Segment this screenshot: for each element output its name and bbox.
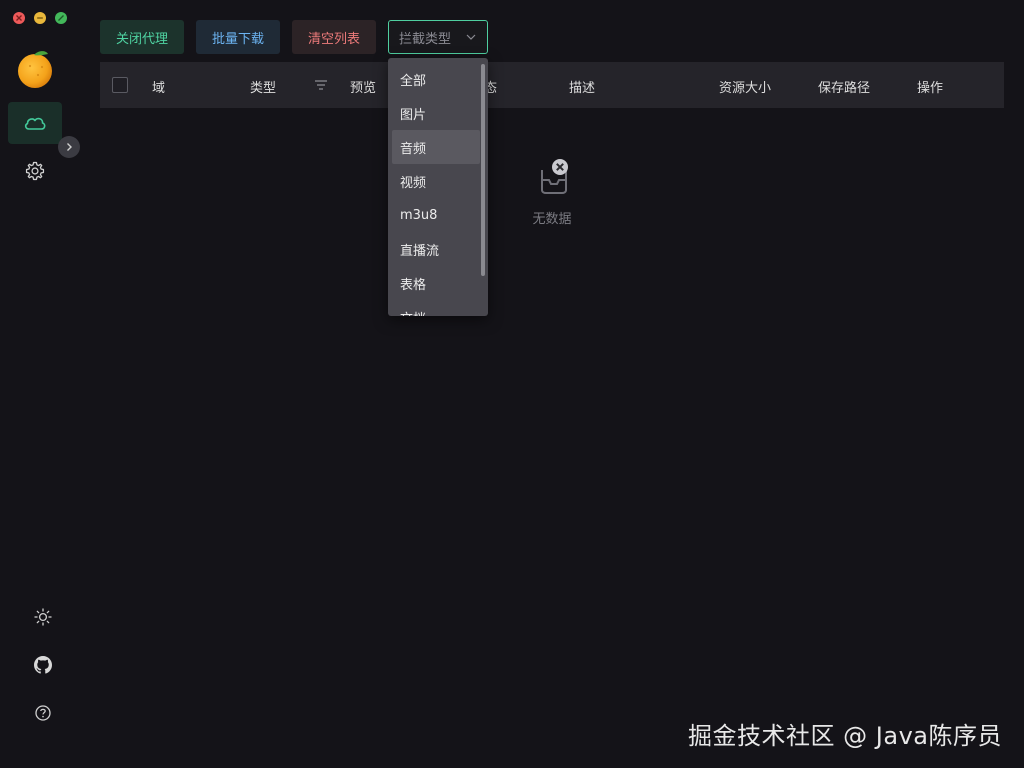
intercept-type-dropdown: 全部 图片 音频 视频 m3u8 直播流 表格 文档 bbox=[388, 58, 488, 316]
column-save-path[interactable]: 保存路径 bbox=[818, 77, 870, 96]
intercept-type-select[interactable]: 拦截类型 bbox=[388, 20, 488, 54]
app-window: 关闭代理 批量下载 清空列表 拦截类型 域 类型 预览 态 描述 资源大小 保存… bbox=[0, 0, 1024, 768]
maximize-window-button[interactable] bbox=[55, 12, 67, 24]
sidebar-item-proxy[interactable] bbox=[8, 102, 62, 144]
option-document[interactable]: 文档 bbox=[392, 300, 480, 317]
empty-inbox-icon bbox=[541, 159, 568, 194]
sun-icon bbox=[34, 608, 52, 626]
column-preview[interactable]: 预览 bbox=[350, 77, 376, 96]
github-link[interactable] bbox=[30, 652, 56, 678]
window-controls bbox=[13, 12, 67, 24]
column-size[interactable]: 资源大小 bbox=[719, 77, 771, 96]
watermark: 掘金技术社区 @ Java陈序员 bbox=[688, 722, 1002, 750]
empty-text: 无数据 bbox=[532, 212, 572, 227]
github-icon bbox=[34, 656, 52, 674]
column-action[interactable]: 操作 bbox=[917, 77, 943, 96]
filter-icon[interactable] bbox=[314, 79, 328, 91]
clear-list-button[interactable]: 清空列表 bbox=[292, 20, 376, 54]
close-window-button[interactable] bbox=[13, 12, 25, 24]
orange-logo bbox=[18, 51, 52, 88]
option-video[interactable]: 视频 bbox=[392, 164, 480, 198]
column-domain[interactable]: 域 bbox=[152, 77, 165, 96]
chevron-right-icon bbox=[67, 143, 72, 151]
batch-download-button[interactable]: 批量下载 bbox=[196, 20, 280, 54]
option-audio[interactable]: 音频 bbox=[392, 130, 480, 164]
option-m3u8[interactable]: m3u8 bbox=[392, 198, 480, 232]
minimize-window-button[interactable] bbox=[34, 12, 46, 24]
cloud-icon bbox=[24, 117, 46, 130]
option-live-stream[interactable]: 直播流 bbox=[392, 232, 480, 266]
intercept-type-placeholder: 拦截类型 bbox=[399, 31, 452, 47]
chevron-down-icon bbox=[466, 34, 476, 40]
select-all-checkbox[interactable] bbox=[112, 77, 128, 93]
sidebar-item-settings[interactable] bbox=[8, 150, 62, 192]
option-spreadsheet[interactable]: 表格 bbox=[392, 266, 480, 300]
fullscreen-icon bbox=[58, 15, 64, 21]
close-icon bbox=[16, 15, 22, 21]
table-header: 域 类型 预览 态 描述 资源大小 保存路径 操作 bbox=[100, 62, 1004, 108]
column-type[interactable]: 类型 bbox=[250, 77, 276, 96]
theme-toggle-button[interactable] bbox=[30, 604, 56, 630]
close-proxy-button[interactable]: 关闭代理 bbox=[100, 20, 184, 54]
minimize-icon bbox=[37, 17, 43, 19]
option-all[interactable]: 全部 bbox=[392, 62, 480, 96]
help-icon bbox=[35, 705, 51, 721]
sidebar bbox=[0, 0, 80, 768]
dropdown-scrollbar[interactable] bbox=[481, 64, 485, 276]
help-button[interactable] bbox=[30, 700, 56, 726]
gear-icon bbox=[25, 161, 45, 181]
column-description[interactable]: 描述 bbox=[569, 77, 595, 96]
option-image[interactable]: 图片 bbox=[392, 96, 480, 130]
